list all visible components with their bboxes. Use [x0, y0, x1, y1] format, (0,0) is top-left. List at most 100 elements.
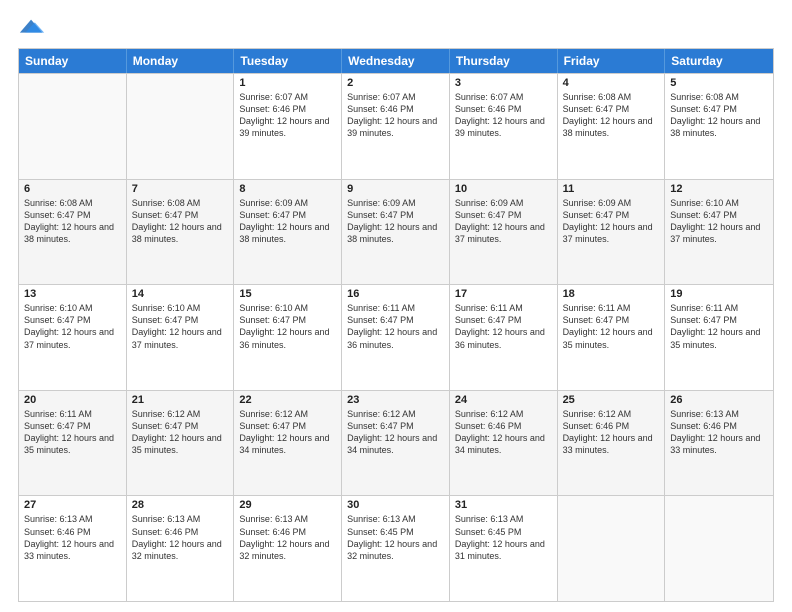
calendar-cell-10: 10Sunrise: 6:09 AM Sunset: 6:47 PM Dayli… — [450, 180, 558, 285]
calendar-row-4: 27 Sunrise: 6:13 AM Sunset: 6:46 PM Dayli… — [19, 495, 773, 601]
cell-info-25: Sunrise: 6:12 AM Sunset: 6:46 PM Dayligh… — [563, 408, 660, 457]
cell-info-23: Sunrise: 6:12 AM Sunset: 6:47 PM Dayligh… — [347, 408, 444, 457]
cell-date-30: 30 — [347, 499, 444, 511]
cell-date-25: 25 — [563, 394, 660, 406]
cell-info-11: Sunrise: 6:09 AM Sunset: 6:47 PM Dayligh… — [563, 197, 660, 246]
header-day-wednesday: Wednesday — [342, 49, 450, 73]
calendar-cell-17: 17 Sunrise: 6:11 AM Sunset: 6:47 PM Dayli… — [450, 285, 558, 390]
cell-date-11: 11 — [563, 183, 660, 195]
page: SundayMondayTuesdayWednesdayThursdayFrid… — [0, 0, 792, 612]
calendar-cell-12: 12 Sunrise: 6:10 AM Sunset: 6:47 PM Dayli… — [665, 180, 773, 285]
calendar-cell-empty — [127, 74, 235, 179]
cell-date-14: 14 — [132, 288, 229, 300]
calendar-cell-5: 5 Sunrise: 6:08 AM Sunset: 6:47 PM Daylig… — [665, 74, 773, 179]
cell-info-16: Sunrise: 6:11 AM Sunset: 6:47 PM Dayligh… — [347, 302, 444, 351]
calendar-cell-24: 24Sunrise: 6:12 AM Sunset: 6:46 PM Dayli… — [450, 391, 558, 496]
cell-info-21: Sunrise: 6:12 AM Sunset: 6:47 PM Dayligh… — [132, 408, 229, 457]
cell-date-17: 17 — [455, 288, 552, 300]
calendar-cell-4: 4 Sunrise: 6:08 AM Sunset: 6:47 PM Daylig… — [558, 74, 666, 179]
cell-info-5: Sunrise: 6:08 AM Sunset: 6:47 PM Dayligh… — [670, 91, 768, 140]
cell-info-8: Sunrise: 6:09 AM Sunset: 6:47 PM Dayligh… — [239, 197, 336, 246]
calendar-row-0: 1 Sunrise: 6:07 AM Sunset: 6:46 PM Daylig… — [19, 73, 773, 179]
cell-date-29: 29 — [239, 499, 336, 511]
cell-info-29: Sunrise: 6:13 AM Sunset: 6:46 PM Dayligh… — [239, 513, 336, 562]
cell-date-31: 31 — [455, 499, 552, 511]
calendar-row-3: 20Sunrise: 6:11 AM Sunset: 6:47 PM Dayli… — [19, 390, 773, 496]
header-day-friday: Friday — [558, 49, 666, 73]
cell-date-6: 6 — [24, 183, 121, 195]
calendar-cell-31: 31Sunrise: 6:13 AM Sunset: 6:45 PM Dayli… — [450, 496, 558, 601]
calendar-cell-6: 6Sunrise: 6:08 AM Sunset: 6:47 PM Daylig… — [19, 180, 127, 285]
calendar-cell-11: 11 Sunrise: 6:09 AM Sunset: 6:47 PM Dayli… — [558, 180, 666, 285]
calendar-cell-13: 13 Sunrise: 6:10 AM Sunset: 6:47 PM Dayli… — [19, 285, 127, 390]
calendar: SundayMondayTuesdayWednesdayThursdayFrid… — [18, 48, 774, 602]
calendar-header: SundayMondayTuesdayWednesdayThursdayFrid… — [19, 49, 773, 73]
calendar-cell-8: 8Sunrise: 6:09 AM Sunset: 6:47 PM Daylig… — [234, 180, 342, 285]
cell-info-3: Sunrise: 6:07 AM Sunset: 6:46 PM Dayligh… — [455, 91, 552, 140]
calendar-row-1: 6 Sunrise: 6:08 AM Sunset: 6:47 PM Daylig… — [19, 179, 773, 285]
cell-info-27: Sunrise: 6:13 AM Sunset: 6:46 PM Dayligh… — [24, 513, 121, 562]
cell-date-28: 28 — [132, 499, 229, 511]
header-day-thursday: Thursday — [450, 49, 558, 73]
cell-date-5: 5 — [670, 77, 768, 89]
calendar-cell-22: 22 Sunrise: 6:12 AM Sunset: 6:47 PM Dayli… — [234, 391, 342, 496]
calendar-cell-18: 18 Sunrise: 6:11 AM Sunset: 6:47 PM Dayli… — [558, 285, 666, 390]
calendar-body: 1 Sunrise: 6:07 AM Sunset: 6:46 PM Daylig… — [19, 73, 773, 601]
calendar-cell-28: 28 Sunrise: 6:13 AM Sunset: 6:46 PM Dayli… — [127, 496, 235, 601]
cell-info-20: Sunrise: 6:11 AM Sunset: 6:47 PM Dayligh… — [24, 408, 121, 457]
calendar-cell-14: 14Sunrise: 6:10 AM Sunset: 6:47 PM Dayli… — [127, 285, 235, 390]
calendar-cell-9: 9 Sunrise: 6:09 AM Sunset: 6:47 PM Daylig… — [342, 180, 450, 285]
cell-date-1: 1 — [239, 77, 336, 89]
cell-info-26: Sunrise: 6:13 AM Sunset: 6:46 PM Dayligh… — [670, 408, 768, 457]
cell-date-4: 4 — [563, 77, 660, 89]
cell-info-30: Sunrise: 6:13 AM Sunset: 6:45 PM Dayligh… — [347, 513, 444, 562]
calendar-row-2: 13 Sunrise: 6:10 AM Sunset: 6:47 PM Dayli… — [19, 284, 773, 390]
cell-info-9: Sunrise: 6:09 AM Sunset: 6:47 PM Dayligh… — [347, 197, 444, 246]
calendar-cell-27: 27 Sunrise: 6:13 AM Sunset: 6:46 PM Dayli… — [19, 496, 127, 601]
cell-info-19: Sunrise: 6:11 AM Sunset: 6:47 PM Dayligh… — [670, 302, 768, 351]
cell-date-15: 15 — [239, 288, 336, 300]
calendar-cell-26: 26 Sunrise: 6:13 AM Sunset: 6:46 PM Dayli… — [665, 391, 773, 496]
cell-date-26: 26 — [670, 394, 768, 406]
calendar-cell-29: 29 Sunrise: 6:13 AM Sunset: 6:46 PM Dayli… — [234, 496, 342, 601]
calendar-cell-19: 19Sunrise: 6:11 AM Sunset: 6:47 PM Dayli… — [665, 285, 773, 390]
cell-date-23: 23 — [347, 394, 444, 406]
cell-info-17: Sunrise: 6:11 AM Sunset: 6:47 PM Dayligh… — [455, 302, 552, 351]
cell-date-13: 13 — [24, 288, 121, 300]
cell-date-16: 16 — [347, 288, 444, 300]
calendar-cell-2: 2 Sunrise: 6:07 AM Sunset: 6:46 PM Daylig… — [342, 74, 450, 179]
cell-info-22: Sunrise: 6:12 AM Sunset: 6:47 PM Dayligh… — [239, 408, 336, 457]
cell-date-21: 21 — [132, 394, 229, 406]
header-day-saturday: Saturday — [665, 49, 773, 73]
header-day-tuesday: Tuesday — [234, 49, 342, 73]
calendar-cell-1: 1Sunrise: 6:07 AM Sunset: 6:46 PM Daylig… — [234, 74, 342, 179]
cell-date-9: 9 — [347, 183, 444, 195]
cell-info-13: Sunrise: 6:10 AM Sunset: 6:47 PM Dayligh… — [24, 302, 121, 351]
header-day-sunday: Sunday — [19, 49, 127, 73]
cell-info-12: Sunrise: 6:10 AM Sunset: 6:47 PM Dayligh… — [670, 197, 768, 246]
cell-date-7: 7 — [132, 183, 229, 195]
cell-date-10: 10 — [455, 183, 552, 195]
cell-info-7: Sunrise: 6:08 AM Sunset: 6:47 PM Dayligh… — [132, 197, 229, 246]
calendar-cell-23: 23 Sunrise: 6:12 AM Sunset: 6:47 PM Dayli… — [342, 391, 450, 496]
calendar-cell-3: 3Sunrise: 6:07 AM Sunset: 6:46 PM Daylig… — [450, 74, 558, 179]
cell-info-15: Sunrise: 6:10 AM Sunset: 6:47 PM Dayligh… — [239, 302, 336, 351]
calendar-cell-30: 30 Sunrise: 6:13 AM Sunset: 6:45 PM Dayli… — [342, 496, 450, 601]
calendar-cell-25: 25 Sunrise: 6:12 AM Sunset: 6:46 PM Dayli… — [558, 391, 666, 496]
cell-date-12: 12 — [670, 183, 768, 195]
calendar-cell-21: 21 Sunrise: 6:12 AM Sunset: 6:47 PM Dayli… — [127, 391, 235, 496]
calendar-cell-20: 20Sunrise: 6:11 AM Sunset: 6:47 PM Dayli… — [19, 391, 127, 496]
cell-info-28: Sunrise: 6:13 AM Sunset: 6:46 PM Dayligh… — [132, 513, 229, 562]
calendar-cell-empty — [665, 496, 773, 601]
cell-info-4: Sunrise: 6:08 AM Sunset: 6:47 PM Dayligh… — [563, 91, 660, 140]
calendar-cell-7: 7 Sunrise: 6:08 AM Sunset: 6:47 PM Daylig… — [127, 180, 235, 285]
cell-info-18: Sunrise: 6:11 AM Sunset: 6:47 PM Dayligh… — [563, 302, 660, 351]
cell-info-2: Sunrise: 6:07 AM Sunset: 6:46 PM Dayligh… — [347, 91, 444, 140]
header — [18, 10, 774, 42]
logo-icon — [18, 14, 46, 42]
cell-date-22: 22 — [239, 394, 336, 406]
cell-date-18: 18 — [563, 288, 660, 300]
cell-date-27: 27 — [24, 499, 121, 511]
cell-date-2: 2 — [347, 77, 444, 89]
header-day-monday: Monday — [127, 49, 235, 73]
